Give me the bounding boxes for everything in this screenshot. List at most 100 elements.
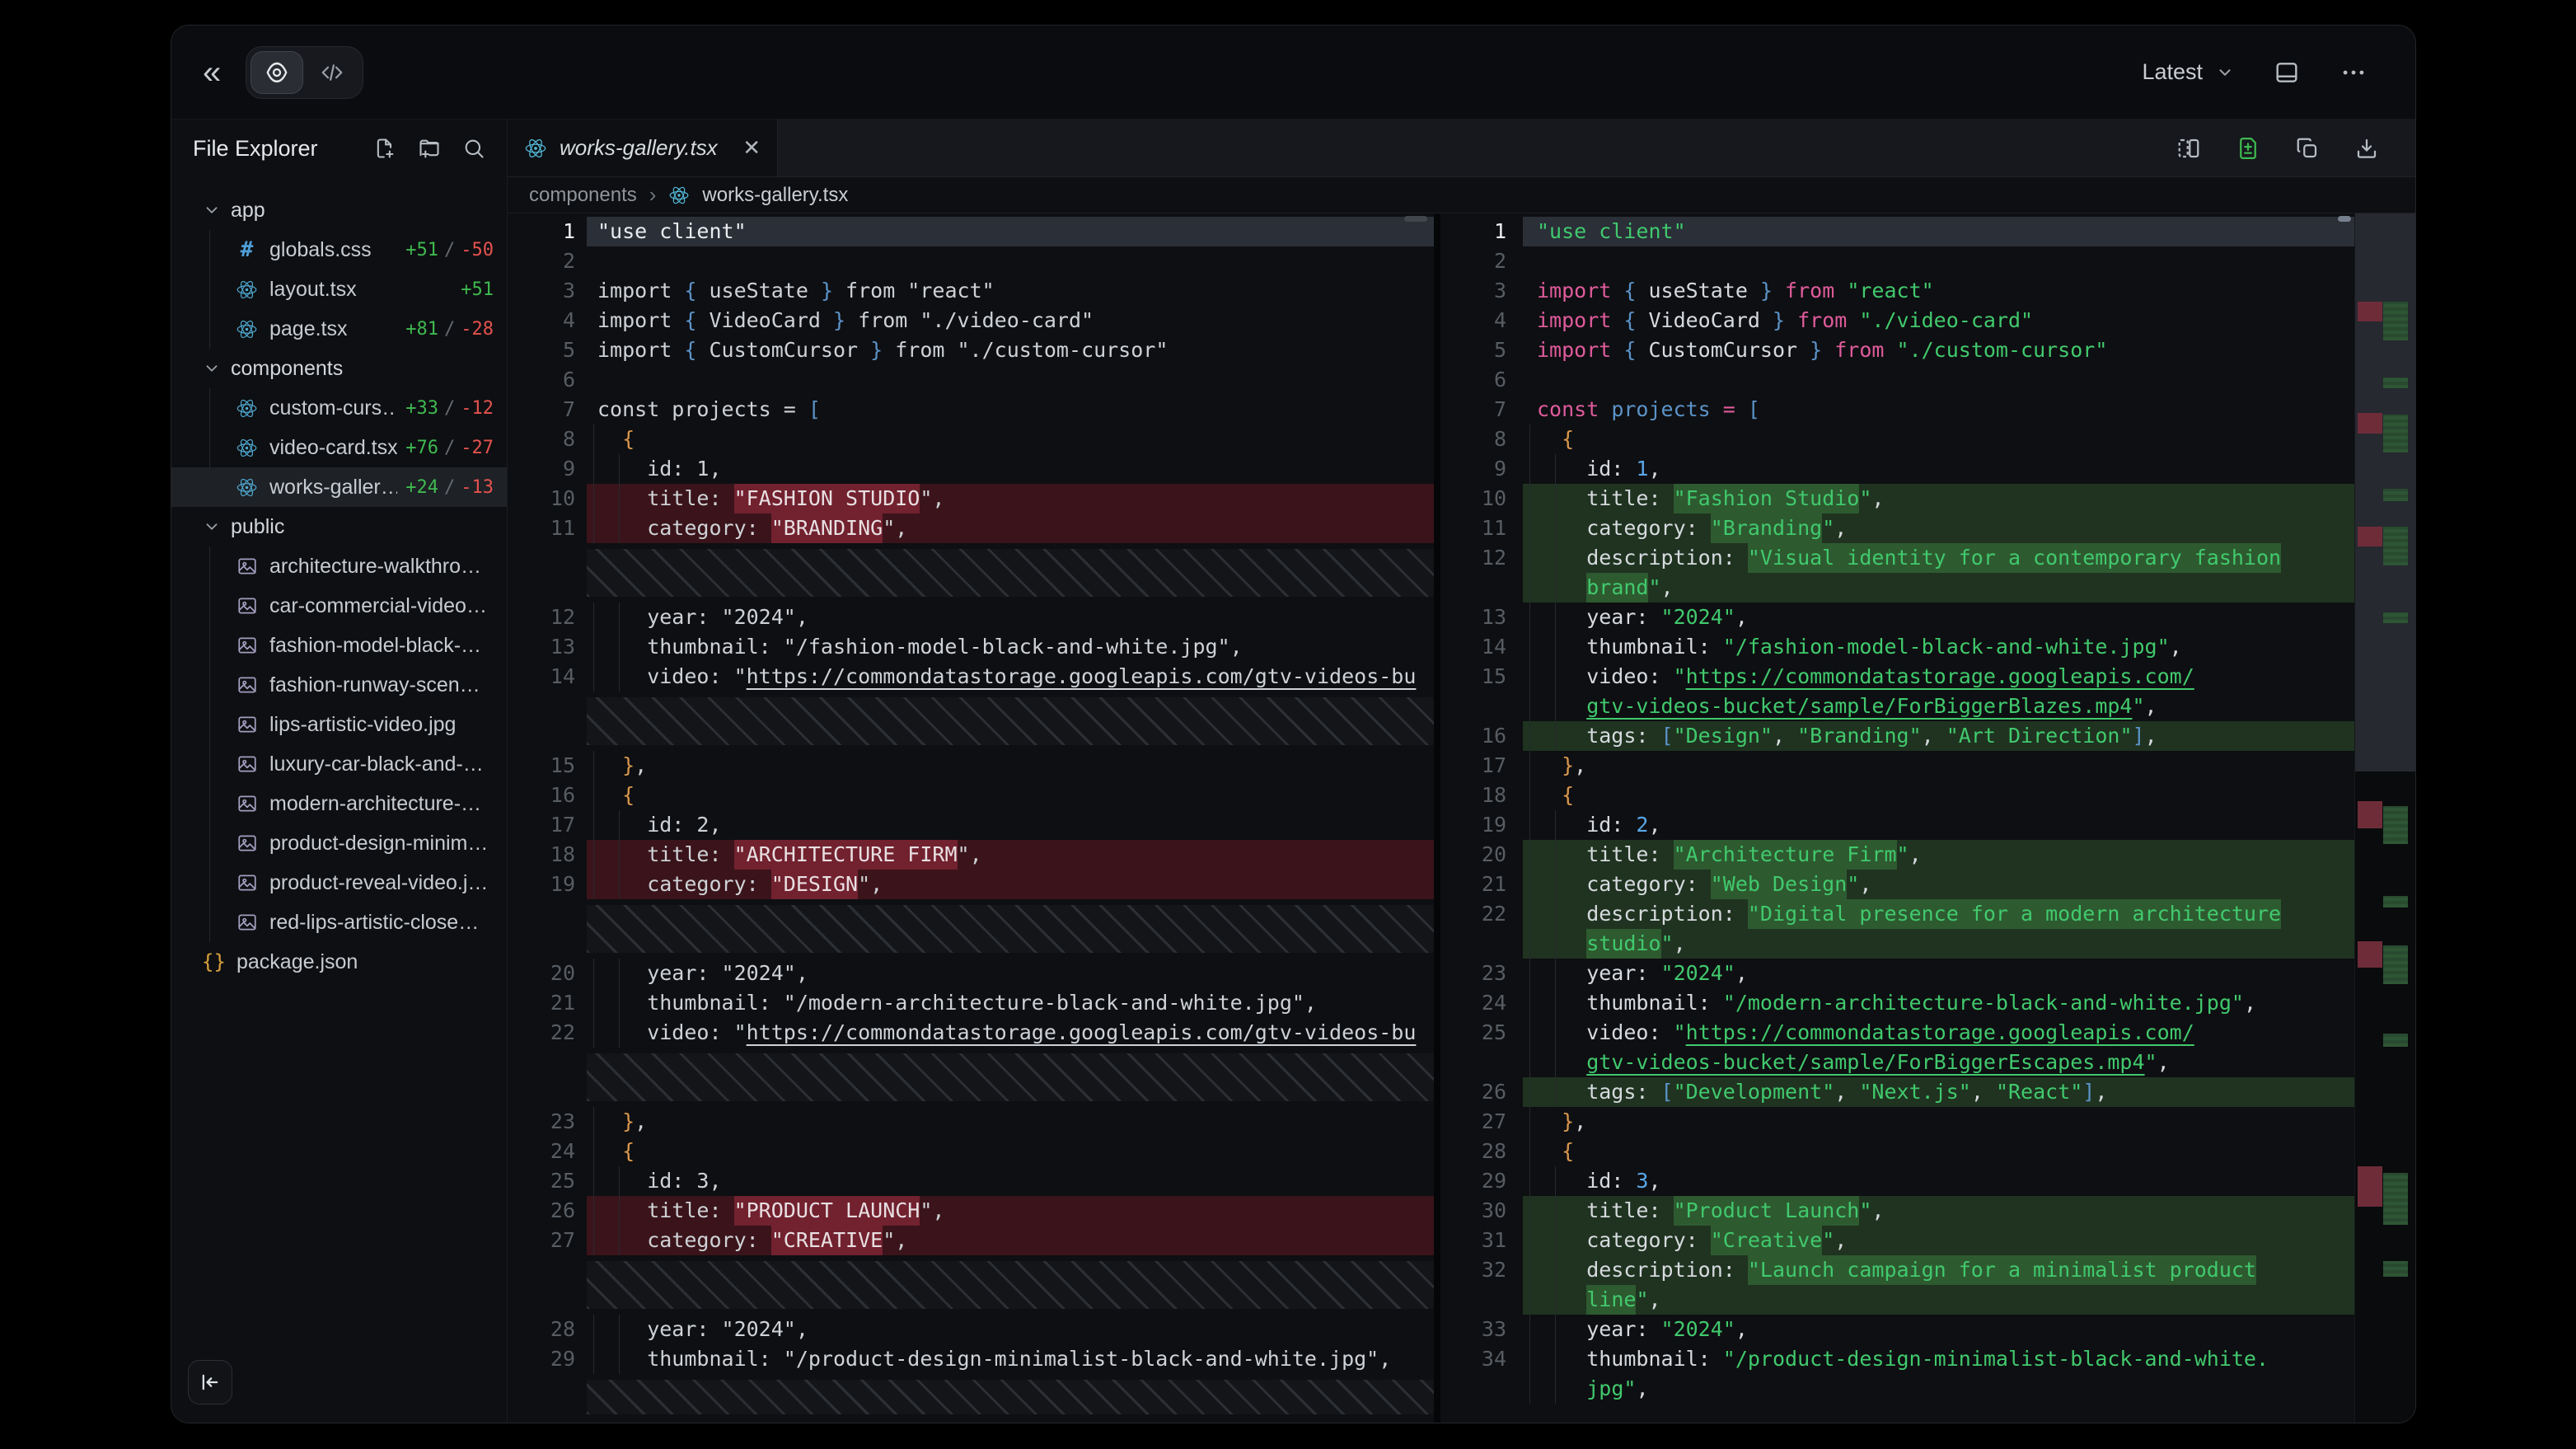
tree-item-label: fashion-model-black-… — [269, 634, 481, 658]
tree-item-architecture-walkthrough[interactable]: architecture-walkthro… — [171, 546, 507, 586]
tree-item-label: layout.tsx — [269, 278, 357, 302]
tree-item-layout-tsx[interactable]: layout.tsx+51 — [171, 270, 507, 309]
tree-item-luxury-car-black-and[interactable]: luxury-car-black-and-… — [171, 744, 507, 784]
code-line: 31 category: "Creative", — [1440, 1226, 2354, 1255]
more-menu-button[interactable] — [2339, 59, 2368, 87]
line-number: 20 — [508, 959, 587, 988]
tree-folder-components[interactable]: components — [171, 349, 507, 388]
ellipsis-icon — [2339, 59, 2368, 87]
tree-item-works-gallery[interactable]: works-galler…+24/-13 — [171, 467, 507, 507]
diff-stats: +51/-50 — [397, 240, 494, 260]
image-file-icon — [236, 832, 258, 854]
tree-item-label: architecture-walkthro… — [269, 555, 481, 579]
search-files-button[interactable] — [462, 137, 485, 160]
code-line: gtv-videos-bucket/sample/ForBiggerBlazes… — [1440, 692, 2354, 721]
tree-item-fashion-model-black[interactable]: fashion-model-black-… — [171, 626, 507, 665]
image-file-icon — [236, 714, 258, 735]
preview-toggle-button[interactable] — [251, 51, 303, 94]
code-line: jpg", — [1440, 1374, 2354, 1404]
tree-item-page-tsx[interactable]: page.tsx+81/-28 — [171, 309, 507, 349]
react-icon — [236, 437, 258, 459]
minimap-deletion-marker — [2358, 413, 2382, 434]
line-number: 31 — [1440, 1226, 1523, 1255]
collapse-sidebar-button[interactable] — [188, 1360, 232, 1404]
tree-item-product-design-minimal[interactable]: product-design-minim… — [171, 823, 507, 863]
new-file-button[interactable] — [373, 137, 396, 160]
code-line: 33 year: "2024", — [1440, 1315, 2354, 1344]
split-view-button[interactable] — [2176, 136, 2201, 161]
tree-folder-app[interactable]: app — [171, 190, 507, 230]
tree-item-video-card[interactable]: video-card.tsx+76/-27 — [171, 428, 507, 467]
version-dropdown[interactable]: Latest — [2142, 59, 2234, 85]
download-button[interactable] — [2354, 136, 2379, 161]
tree-item-custom-cursor[interactable]: custom-curs…+33/-12 — [171, 388, 507, 428]
tab-label: works-gallery.tsx — [560, 135, 730, 161]
file-diff-button[interactable] — [2236, 136, 2260, 161]
breadcrumb-separator-icon: › — [649, 182, 657, 208]
code-line: 20 year: "2024", — [508, 959, 1434, 988]
line-number — [1440, 929, 1523, 959]
download-icon — [2354, 136, 2379, 161]
code-line: 21 category: "Web Design", — [1440, 870, 2354, 899]
line-number: 34 — [1440, 1344, 1523, 1374]
line-number: 22 — [1440, 899, 1523, 929]
line-number: 27 — [1440, 1107, 1523, 1137]
code-line: 26 title: "PRODUCT LAUNCH", — [508, 1196, 1434, 1226]
breadcrumb-file[interactable]: works-gallery.tsx — [702, 184, 848, 207]
tree-item-modern-architecture[interactable]: modern-architecture-… — [171, 784, 507, 823]
chevron-down-icon — [2216, 63, 2234, 82]
code-line: 29 id: 3, — [1440, 1166, 2354, 1196]
code-line: 5import { CustomCursor } from "./custom-… — [508, 335, 1434, 365]
code-line: 4import { VideoCard } from "./video-card… — [508, 306, 1434, 335]
tree-item-package-json[interactable]: {}package.json — [171, 942, 507, 982]
horizontal-scrollbar-thumb[interactable] — [2338, 216, 2351, 222]
diff-filler-hatch — [508, 692, 1434, 751]
tree-item-lips-artistic-video[interactable]: lips-artistic-video.jpg — [171, 705, 507, 744]
diff-filler-hatch — [508, 1255, 1434, 1315]
collapse-panel-button[interactable]: « — [196, 56, 227, 89]
code-toggle-button[interactable] — [306, 51, 358, 94]
minimap-addition-marker — [2383, 489, 2408, 501]
breadcrumb: components › works-gallery.tsx — [508, 177, 2415, 213]
minimap-addition-marker — [2383, 415, 2408, 453]
horizontal-scrollbar-thumb[interactable] — [1404, 216, 1427, 222]
tree-item-globals-css[interactable]: #globals.css+51/-50 — [171, 230, 507, 270]
code-line: 13 thumbnail: "/fashion-model-black-and-… — [508, 632, 1434, 662]
diff-filler-hatch — [508, 1048, 1434, 1107]
code-line: 21 thumbnail: "/modern-architecture-blac… — [508, 988, 1434, 1018]
code-line: 5import { CustomCursor } from "./custom-… — [1440, 335, 2354, 365]
minimap-scrollbar[interactable] — [2354, 213, 2415, 1423]
line-number: 4 — [1440, 306, 1523, 335]
tree-item-car-commercial-video[interactable]: car-commercial-video… — [171, 586, 507, 626]
line-number: 5 — [1440, 335, 1523, 365]
tab-works-gallery[interactable]: works-gallery.tsx ✕ — [508, 120, 778, 176]
copy-button[interactable] — [2295, 136, 2320, 161]
minimap-addition-marker — [2383, 896, 2408, 907]
line-number: 23 — [508, 1107, 587, 1137]
tree-item-red-lips-artistic-close[interactable]: red-lips-artistic-close… — [171, 903, 507, 942]
tab-close-button[interactable]: ✕ — [742, 135, 761, 161]
code-line: line", — [1440, 1285, 2354, 1315]
react-icon — [236, 397, 258, 420]
line-number: 28 — [508, 1315, 587, 1344]
new-folder-button[interactable] — [418, 137, 441, 160]
line-number: 19 — [508, 870, 587, 899]
code-line: 22 video: "https://commondatastorage.goo… — [508, 1018, 1434, 1048]
code-line: 3import { useState } from "react" — [1440, 276, 2354, 306]
minimap-addition-marker — [2383, 945, 2408, 984]
top-header: « Latest — [171, 26, 2415, 120]
panel-bottom-button[interactable] — [2274, 59, 2300, 86]
code-line: 6 — [1440, 365, 2354, 395]
breadcrumb-folder[interactable]: components — [529, 184, 637, 207]
tree-item-fashion-runway-scene[interactable]: fashion-runway-scen… — [171, 665, 507, 705]
diff-filler-hatch — [508, 899, 1434, 959]
code-line: 7const projects = [ — [1440, 395, 2354, 424]
code-line: 19 category: "DESIGN", — [508, 870, 1434, 899]
diff-pane-old[interactable]: 1"use client"23import { useState } from … — [508, 213, 1434, 1423]
code-line: 34 thumbnail: "/product-design-minimalis… — [1440, 1344, 2354, 1374]
tree-item-label: works-galler… — [269, 476, 397, 499]
tree-folder-public[interactable]: public — [171, 507, 507, 546]
diff-pane-new[interactable]: 1"use client"23import { useState } from … — [1440, 213, 2354, 1423]
tree-item-product-reveal-video[interactable]: product-reveal-video.j… — [171, 863, 507, 903]
pane-divider[interactable] — [1434, 213, 1440, 1423]
